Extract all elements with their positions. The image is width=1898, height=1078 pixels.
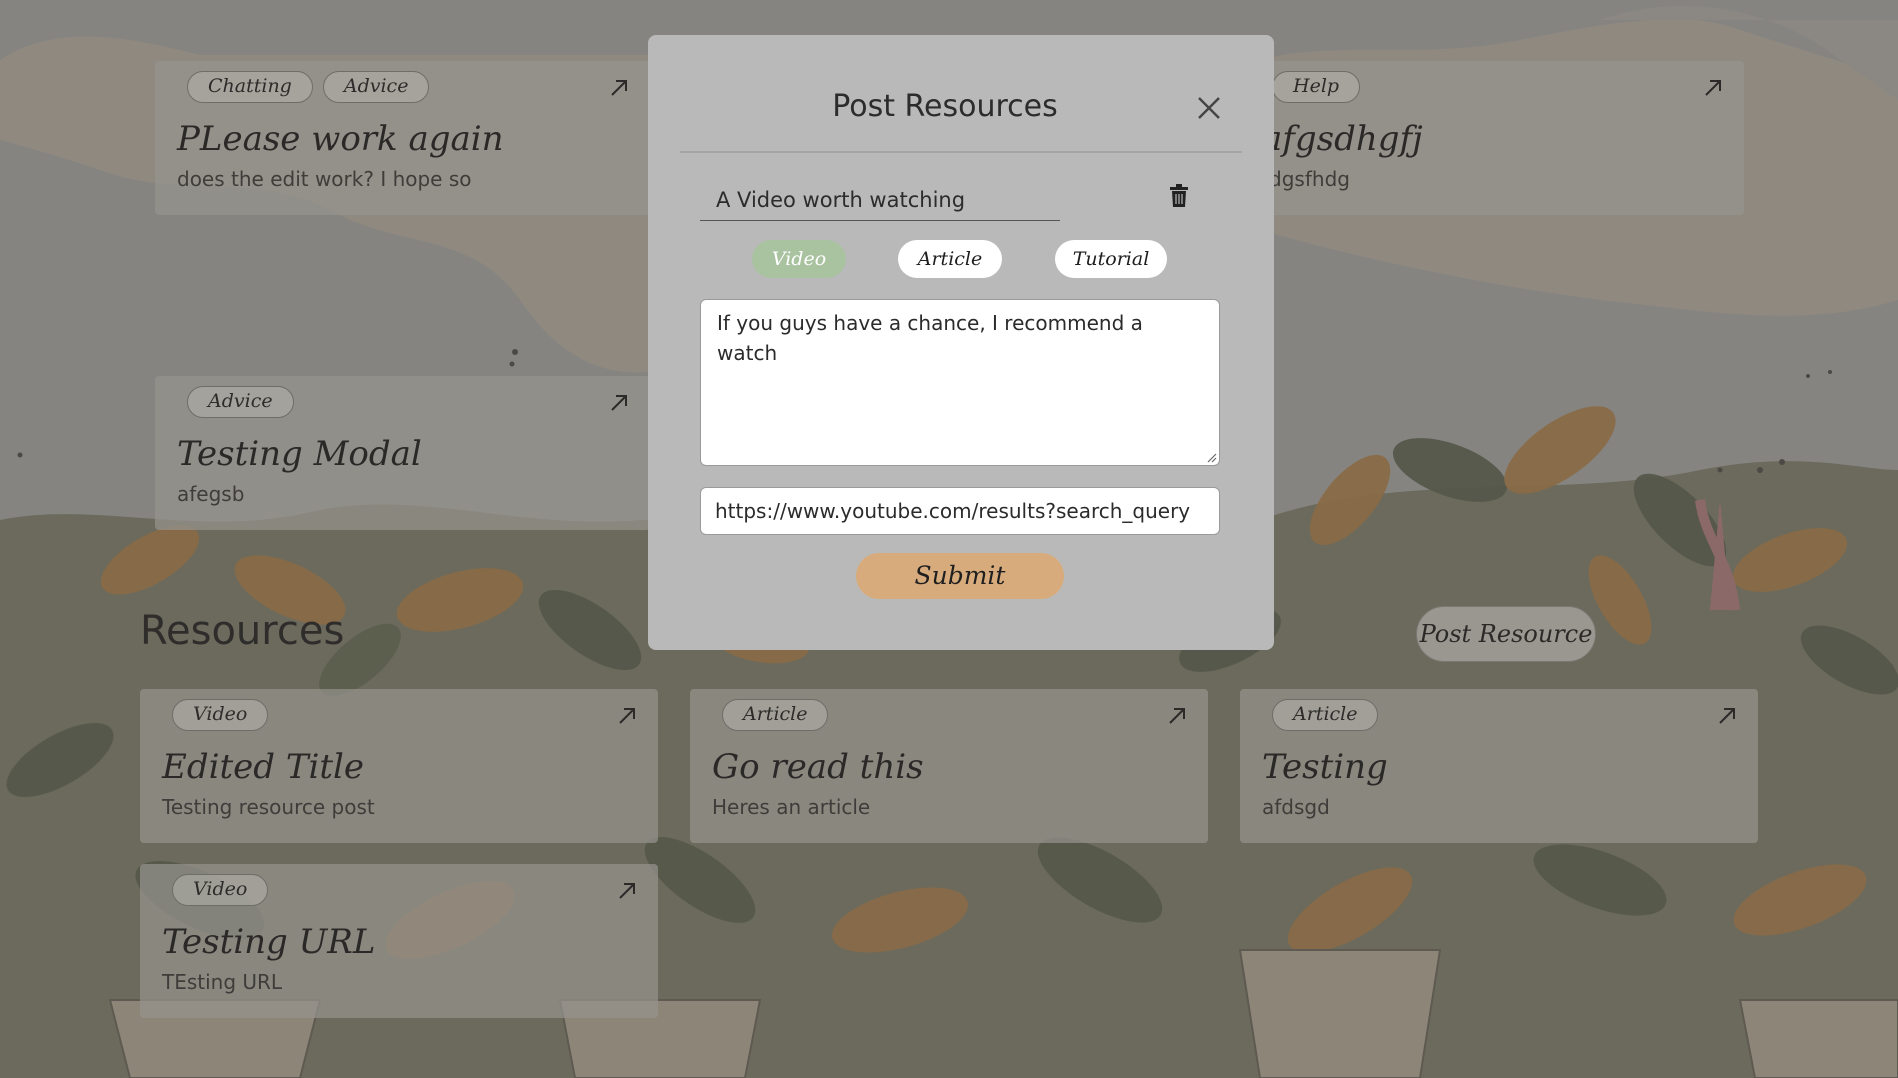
arrow-up-right-icon[interactable] — [616, 880, 638, 902]
resource-description-textarea[interactable]: If you guys have a chance, I recommend a… — [700, 299, 1220, 466]
type-pill-article[interactable]: Article — [898, 240, 1002, 278]
resize-grip-icon[interactable] — [1205, 451, 1217, 463]
tag-list: Video — [172, 699, 269, 731]
arrow-up-right-icon[interactable] — [1702, 77, 1724, 99]
tag: Article — [1272, 699, 1379, 731]
tag-list: Help — [1272, 71, 1361, 103]
tag-list: Article — [722, 699, 829, 731]
resource-title-input[interactable] — [700, 179, 1060, 221]
forum-card[interactable]: Help afgsdhgfj fdgsfhdg — [1230, 61, 1744, 215]
card-title: Testing Modal — [177, 434, 422, 474]
arrow-up-right-icon[interactable] — [1166, 705, 1188, 727]
arrow-up-right-icon[interactable] — [1716, 705, 1738, 727]
card-title: Go read this — [712, 747, 924, 787]
modal-divider — [680, 151, 1242, 153]
tag-list: Video — [172, 874, 269, 906]
card-title: PLease work again — [177, 119, 504, 159]
modal-title: Post Resources — [832, 89, 1058, 124]
resource-card[interactable]: Video Testing URL TEsting URL — [140, 864, 658, 1018]
tag: Article — [722, 699, 829, 731]
card-description: Testing resource post — [162, 795, 375, 819]
tag: Help — [1272, 71, 1361, 103]
tag: Advice — [322, 71, 430, 103]
card-description: TEsting URL — [162, 970, 283, 994]
card-description: fdgsfhdg — [1262, 167, 1350, 191]
card-description: afdsgd — [1262, 795, 1330, 819]
tag: Chatting — [187, 71, 313, 103]
resource-card[interactable]: Article Go read this Heres an article — [690, 689, 1208, 843]
post-resource-modal: Post Resources Video Article Tutorial If… — [648, 35, 1274, 650]
resource-card[interactable]: Video Edited Title Testing resource post — [140, 689, 658, 843]
tag: Video — [172, 699, 269, 731]
post-resource-button[interactable]: Post Resource — [1416, 606, 1596, 662]
card-title: afgsdhgfj — [1262, 119, 1423, 159]
resource-card[interactable]: Article Testing afdsgd — [1240, 689, 1758, 843]
forum-card[interactable]: Advice Testing Modal afegsb — [155, 376, 650, 530]
card-title: Testing — [1262, 747, 1388, 787]
tag-list: Advice — [187, 386, 294, 418]
arrow-up-right-icon[interactable] — [616, 705, 638, 727]
tag-list: Chatting Advice — [187, 71, 430, 103]
tag: Advice — [187, 386, 294, 418]
card-title: Edited Title — [162, 747, 365, 787]
trash-icon[interactable] — [1168, 184, 1190, 208]
tag-list: Article — [1272, 699, 1379, 731]
card-description: Heres an article — [712, 795, 871, 819]
submit-button[interactable]: Submit — [856, 553, 1064, 599]
resource-url-input[interactable]: https://www.youtube.com/results?search_q… — [700, 487, 1220, 535]
arrow-up-right-icon[interactable] — [608, 77, 630, 99]
resources-heading: Resources — [140, 608, 345, 654]
arrow-up-right-icon[interactable] — [608, 392, 630, 414]
forum-card[interactable]: Chatting Advice PLease work again does t… — [155, 61, 650, 215]
card-title: Testing URL — [162, 922, 376, 962]
card-description: afegsb — [177, 482, 245, 506]
close-icon[interactable] — [1196, 95, 1222, 121]
type-pill-video[interactable]: Video — [752, 240, 846, 278]
card-description: does the edit work? I hope so — [177, 167, 472, 191]
type-pill-tutorial[interactable]: Tutorial — [1055, 240, 1167, 278]
tag: Video — [172, 874, 269, 906]
